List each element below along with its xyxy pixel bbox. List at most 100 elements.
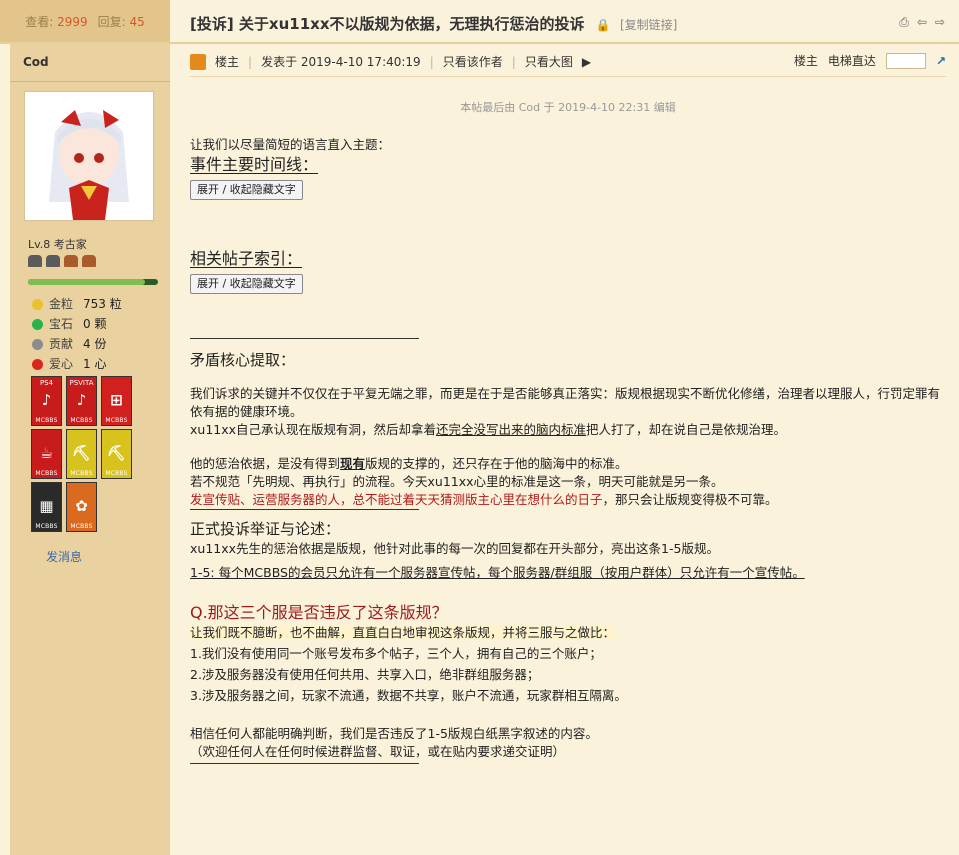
previous-thread-icon[interactable]: ⇦ bbox=[917, 15, 927, 30]
only-author-link[interactable]: 只看该作者 bbox=[443, 53, 503, 70]
badge-1[interactable]: PSVITA ♪ MCBBS bbox=[66, 376, 97, 426]
paragraph: xu11xx自己承认现在版规有洞，然后却拿着还完全没写出来的脑内标准把人打了，却… bbox=[190, 421, 946, 439]
post-time: 发表于 2019-4-10 17:40:19 bbox=[261, 55, 421, 69]
separator: | bbox=[429, 54, 434, 69]
elevator-label: 电梯直达 bbox=[827, 54, 876, 68]
floor-label-right: 楼主 bbox=[793, 54, 818, 68]
edit-notice: 本帖最后由 Cod 于 2019-4-10 22:31 编辑 bbox=[460, 101, 676, 114]
badge-0[interactable]: PS4 ♪ MCBBS bbox=[31, 376, 62, 426]
text: 版规的支撑的，还只存在于他的脑海中的标准。 bbox=[365, 456, 628, 471]
property-value: 0 颗 bbox=[83, 317, 107, 331]
level-progress-fill bbox=[28, 279, 145, 285]
badge-grid: PS4 ♪ MCBBS PSVITA ♪ MCBBS ⊞ MCBBS ☕ MCBBS ⛏ MCBBS ⛏… bbox=[31, 376, 133, 532]
badge-icon: ✿ bbox=[75, 497, 88, 515]
elevator-input[interactable] bbox=[885, 52, 926, 69]
badge-icon: ☕ bbox=[39, 444, 54, 462]
badge-4[interactable]: ⛏ MCBBS bbox=[66, 429, 97, 479]
badge-mark: MCBBS bbox=[70, 470, 93, 477]
formal-heading: 正式投诉举证与论述： bbox=[190, 520, 341, 538]
badge-mark: MCBBS bbox=[105, 470, 128, 477]
level-medals bbox=[28, 255, 96, 267]
avatar[interactable] bbox=[24, 91, 154, 221]
replies-count: 45 bbox=[129, 14, 145, 29]
author-properties: 金粒 753 粒 宝石 0 颗 贡献 4 份 爱心 1 心 bbox=[32, 294, 122, 374]
list-item: 2.涉及服务器没有使用任何共用、共享入口，绝非群组服务器； bbox=[190, 667, 540, 682]
replies-label: 回复: bbox=[97, 14, 126, 29]
badge-mark: MCBBS bbox=[35, 523, 58, 530]
index-heading: 相关帖子索引： bbox=[190, 249, 303, 268]
author-status-icon bbox=[190, 53, 206, 70]
highlighted-text: 让我们既不臆断，也不曲解，直直白白地审视这条版规，并将三服与之做比： bbox=[190, 625, 616, 640]
thread-title: [投诉] 关于xu11xx不以版规为依据，无理执行惩治的投诉 bbox=[190, 15, 585, 33]
badge-icon: ♪ bbox=[41, 391, 52, 409]
heart-icon bbox=[32, 358, 43, 370]
big-image-link[interactable]: 只看大图 bbox=[525, 53, 573, 70]
medal-icon bbox=[28, 255, 42, 267]
property-row: 爱心 1 心 bbox=[32, 354, 122, 374]
badge-mark: MCBBS bbox=[105, 417, 128, 424]
badge-mark: MCBBS bbox=[70, 523, 93, 530]
level-progress-bar bbox=[28, 279, 158, 285]
paragraph: xu11xx先生的惩治依据是版规，他针对此事的每一次的回复都在开头部分，亮出这条… bbox=[190, 541, 719, 556]
replies-stat: 回复: 45 bbox=[98, 13, 145, 30]
divider bbox=[190, 763, 419, 764]
post-meta-bar: 楼主 | 发表于 2019-4-10 17:40:19 | 只看该作者 | 只看… bbox=[190, 48, 946, 77]
views-label: 查看: bbox=[25, 14, 54, 29]
send-message-link[interactable]: 发消息 bbox=[46, 548, 82, 565]
badge-icon: ⛏ bbox=[106, 444, 127, 462]
property-key: 宝石 bbox=[49, 317, 74, 331]
property-row: 贡献 4 份 bbox=[32, 334, 122, 354]
badge-label: PS4 bbox=[39, 379, 54, 387]
badge-3[interactable]: ☕ MCBBS bbox=[31, 429, 62, 479]
property-value: 1 心 bbox=[83, 357, 107, 371]
paragraph: 他的惩治依据，是没有得到现有版规的支撑的，还只存在于他的脑海中的标准。 bbox=[190, 455, 946, 473]
paragraph: 若不规范「先明规、再执行」的流程。今天xu11xx心里的标准是这一条，明天可能就… bbox=[190, 474, 724, 489]
print-icon[interactable]: ⎙ bbox=[899, 15, 909, 30]
views-count: 2999 bbox=[57, 14, 88, 29]
author-name-row: Cod bbox=[10, 43, 170, 82]
core-heading: 矛盾核心提取： bbox=[190, 351, 296, 369]
next-thread-icon[interactable]: ⇨ bbox=[935, 15, 945, 30]
rule-1-5-text: 1-5: 每个MCBBS的会员只允许有一个服务器宣传帖，每个服务器/群组服（按用… bbox=[190, 565, 805, 580]
paragraph: （欢迎任何人在任何时候进群监督、取证，或在贴内要求递交证明） bbox=[190, 744, 566, 759]
separator: | bbox=[511, 54, 516, 69]
medal-icon bbox=[64, 255, 78, 267]
copy-link-button[interactable]: [复制链接] bbox=[620, 18, 677, 32]
thread-header: 查看: 2999 回复: 45 [投诉] 关于xu11xx不以版规为依据，无理执… bbox=[0, 0, 959, 44]
property-key: 贡献 bbox=[49, 337, 74, 351]
badge-6[interactable]: ▦ MCBBS bbox=[31, 482, 62, 532]
badge-icon: ⛏ bbox=[71, 444, 92, 462]
play-arrow-icon[interactable]: ▶ bbox=[582, 55, 591, 69]
highlighted-text: 发宣传贴、运营服务器的人，总不能过着天天猜测版主心里在想什么的日子 bbox=[190, 492, 603, 507]
toggle-hidden-text-button[interactable]: 展开 / 收起隐藏文字 bbox=[190, 180, 303, 200]
property-value: 4 份 bbox=[83, 337, 107, 351]
gold-nugget-icon bbox=[32, 298, 43, 310]
timeline-heading: 事件主要时间线： bbox=[190, 155, 319, 174]
list-item: 3.涉及服务器之间，玩家不流通，数据不共享，账户不流通，玩家群相互隔离。 bbox=[190, 688, 627, 703]
text: 他的惩治依据，是没有得到 bbox=[190, 456, 341, 471]
medal-icon bbox=[46, 255, 60, 267]
paragraph: 相信任何人都能明确判断，我们是否违反了1-5版规白纸黑字叙述的内容。 bbox=[190, 726, 598, 741]
badge-icon: ♪ bbox=[76, 391, 87, 409]
badge-mark: MCBBS bbox=[35, 417, 58, 424]
badge-5[interactable]: ⛏ MCBBS bbox=[101, 429, 132, 479]
list-item: 1.我们没有使用同一个账号发布多个帖子，三个人，拥有自己的三个账户； bbox=[190, 646, 602, 661]
contribution-icon bbox=[32, 338, 43, 350]
property-key: 金粒 bbox=[49, 297, 74, 311]
medal-icon bbox=[82, 255, 96, 267]
thread-title-row: [投诉] 关于xu11xx不以版规为依据，无理执行惩治的投诉 🔒 [复制链接] bbox=[190, 13, 677, 34]
thread-tools: ⎙ ⇦ ⇨ bbox=[899, 15, 945, 30]
toggle-hidden-text-button[interactable]: 展开 / 收起隐藏文字 bbox=[190, 274, 303, 294]
text: ，那只会让版规变得极不可靠。 bbox=[602, 492, 778, 507]
intro-text: 让我们以尽量简短的语言直入主题： bbox=[190, 137, 391, 152]
jump-icon[interactable]: ↗ bbox=[936, 54, 946, 68]
badge-7[interactable]: ✿ MCBBS bbox=[66, 482, 97, 532]
views-stat: 查看: 2999 bbox=[25, 13, 87, 30]
property-value: 753 粒 bbox=[83, 297, 122, 311]
property-row: 宝石 0 颗 bbox=[32, 314, 122, 334]
avatar-image bbox=[25, 92, 153, 220]
badge-2[interactable]: ⊞ MCBBS bbox=[101, 376, 132, 426]
property-key: 爱心 bbox=[49, 357, 74, 371]
author-name[interactable]: Cod bbox=[23, 55, 49, 69]
lock-icon: 🔒 bbox=[595, 18, 611, 32]
